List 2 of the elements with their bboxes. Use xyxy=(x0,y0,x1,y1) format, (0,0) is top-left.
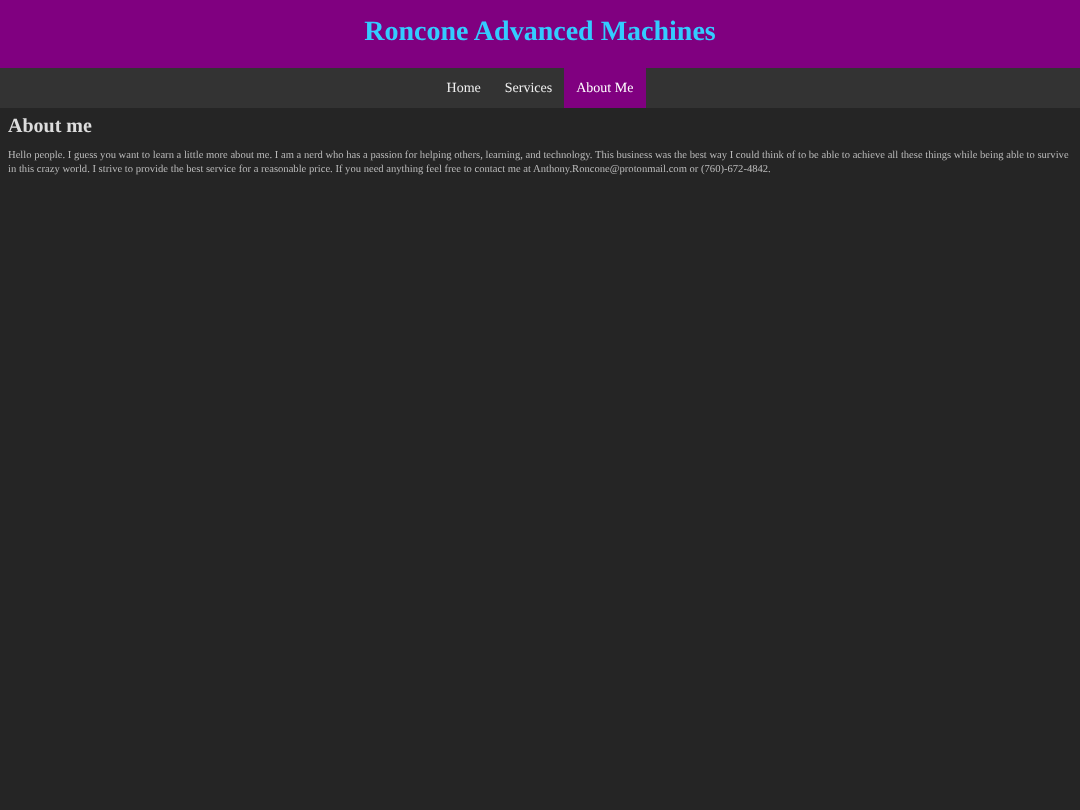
site-title: Roncone Advanced Machines xyxy=(364,18,716,50)
section-heading: About me xyxy=(8,116,94,138)
